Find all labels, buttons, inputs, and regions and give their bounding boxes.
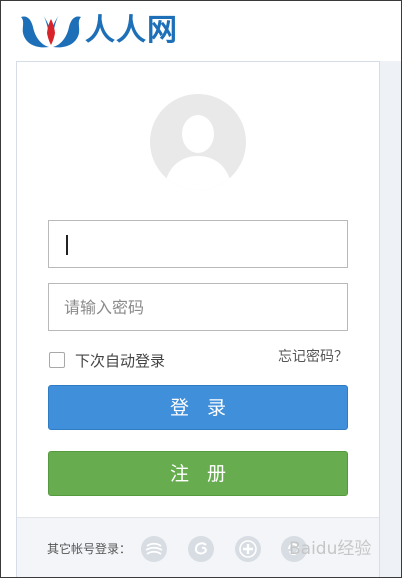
other-login-label: 其它帐号登录： xyxy=(47,542,132,556)
remember-checkbox[interactable] xyxy=(49,352,65,368)
text-cursor xyxy=(66,235,68,255)
plus-icon[interactable] xyxy=(235,536,261,562)
avatar xyxy=(150,94,246,190)
watermark: Baidu经验 xyxy=(289,539,372,559)
china-mobile-icon[interactable] xyxy=(141,536,167,562)
remember-me[interactable]: 下次自动登录 xyxy=(49,350,165,370)
password-input[interactable] xyxy=(49,284,347,330)
login-button[interactable]: 登录 xyxy=(48,385,348,430)
renren-logo-icon xyxy=(21,15,81,48)
username-input[interactable] xyxy=(49,221,347,267)
brand-header: 人人网 xyxy=(17,9,217,53)
user-silhouette-icon xyxy=(164,115,232,190)
brand-name: 人人网 xyxy=(85,13,178,48)
register-button[interactable]: 注册 xyxy=(48,451,348,496)
remember-label: 下次自动登录 xyxy=(75,351,166,370)
tianyi-icon[interactable] xyxy=(188,536,214,562)
password-field[interactable] xyxy=(48,283,348,331)
background-shade xyxy=(379,61,401,577)
forgot-password-link[interactable]: 忘记密码？ xyxy=(278,346,348,366)
username-field[interactable] xyxy=(48,220,348,268)
